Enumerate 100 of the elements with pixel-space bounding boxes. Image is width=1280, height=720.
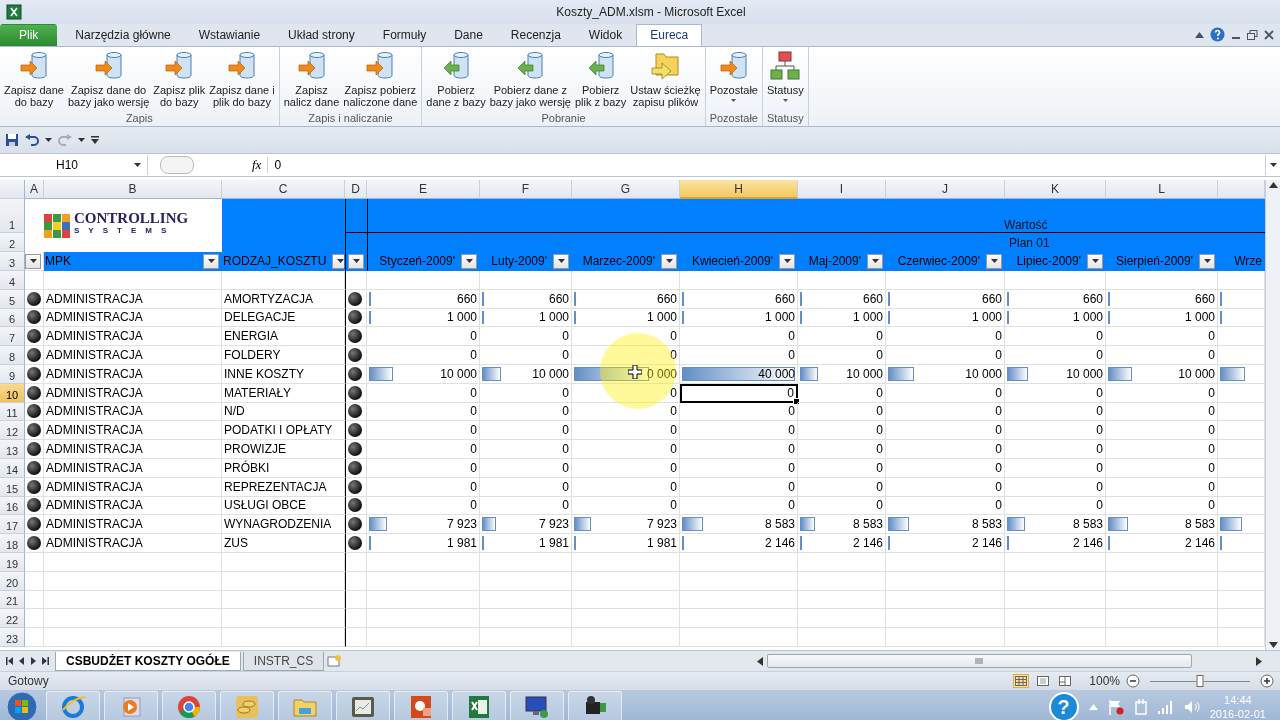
ribbon-button[interactable]: Pobierz dane z bazy [424,47,488,112]
table-cell[interactable]: 660 [572,289,680,309]
table-cell[interactable] [25,383,44,403]
table-cell[interactable] [1106,628,1218,647]
previous-sheet-icon[interactable] [18,657,25,665]
table-cell[interactable] [480,609,572,629]
filter-button[interactable] [461,253,477,269]
table-cell[interactable] [798,590,886,610]
table-cell[interactable] [1005,571,1106,591]
table-cell[interactable]: 0 [798,402,886,422]
table-cell[interactable] [345,609,367,629]
table-cell[interactable] [25,440,44,459]
table-cell[interactable]: 0 [367,421,480,441]
column-header[interactable]: H [680,180,798,199]
table-cell[interactable]: 8 583 [798,515,886,535]
select-all-corner[interactable] [0,180,25,199]
table-cell[interactable] [222,590,345,610]
table-cell[interactable]: 660 [480,289,572,309]
ribbon-button[interactable]: Zapisz dane do bazy [2,47,66,112]
table-cell[interactable]: 10 000 [367,365,480,384]
table-cell[interactable]: 8 583 [1106,515,1218,535]
table-cell[interactable] [345,346,367,365]
table-cell[interactable]: 0 [680,421,798,441]
table-cell[interactable]: 0 [480,458,572,478]
scroll-down-icon[interactable] [1268,642,1278,648]
row-header[interactable]: 12 [0,421,25,441]
table-cell[interactable] [44,628,222,647]
table-cell[interactable]: 0 [572,458,680,478]
table-cell[interactable] [886,552,1005,572]
table-cell[interactable] [886,571,1005,591]
table-cell[interactable] [798,571,886,591]
table-cell[interactable]: 1 000 [572,308,680,328]
table-cell[interactable]: 0 [572,496,680,516]
table-cell[interactable]: 0 [1005,402,1106,422]
taskbar-button[interactable] [510,691,564,720]
table-cell[interactable]: 1 000 [1106,308,1218,328]
column-header[interactable]: A [25,180,44,199]
table-cell[interactable] [886,271,1005,290]
ribbon-button[interactable]: Pobierz dane z bazy jako wersję [487,47,573,112]
table-cell[interactable]: 0 [680,458,798,478]
table-cell[interactable] [367,271,480,290]
table-cell[interactable] [680,571,798,591]
power-plug-icon[interactable] [1133,699,1148,715]
column-header[interactable]: G [572,180,680,199]
table-cell[interactable] [572,609,680,629]
table-cell[interactable] [680,271,798,290]
flag-icon[interactable] [1107,699,1124,715]
table-cell[interactable] [25,402,44,422]
table-cell[interactable] [25,421,44,441]
table-cell[interactable]: 0 [798,440,886,459]
table-cell[interactable]: 1 000 [798,308,886,328]
table-cell[interactable]: 0 [1106,402,1218,422]
table-cell[interactable]: 10 000 [886,365,1005,384]
table-cell[interactable]: 0 [480,421,572,441]
table-cell[interactable]: 660 [680,289,798,309]
ribbon-button[interactable]: Ustaw ścieżkę zapisu plików [628,47,703,112]
table-cell[interactable] [345,327,367,347]
table-cell[interactable] [345,421,367,441]
filter-button[interactable] [867,253,883,269]
table-cell[interactable] [1005,271,1106,290]
ribbon-button[interactable]: Zapisz dane i plik do bazy [207,47,277,112]
ribbon-tab[interactable]: Eureca [636,24,703,46]
filter-button[interactable] [203,253,219,269]
table-cell[interactable]: 660 [367,289,480,309]
table-cell[interactable]: 0 [886,383,1005,403]
table-cell[interactable] [1218,515,1265,535]
table-cell[interactable]: 0 [886,327,1005,347]
horizontal-scrollbar-thumb[interactable] [767,654,1192,668]
filter-button[interactable] [553,253,569,269]
ribbon-button[interactable]: Zapisz pobierz naliczone dane [341,47,420,112]
table-cell[interactable]: 0 [886,477,1005,497]
ribbon-button[interactable]: Statusy [764,47,806,112]
taskbar-button[interactable] [568,691,622,720]
table-cell[interactable]: 0 [886,496,1005,516]
row-header[interactable]: 3 [0,252,25,271]
table-cell[interactable] [345,552,367,572]
table-cell[interactable]: 0 [798,383,886,403]
zoom-in-icon[interactable] [1260,674,1274,688]
table-cell[interactable]: 0 [480,327,572,347]
table-cell[interactable] [25,327,44,347]
table-cell[interactable]: 0 [798,327,886,347]
table-cell[interactable]: 660 [798,289,886,309]
table-cell[interactable]: 7 923 [480,515,572,535]
table-cell[interactable] [572,628,680,647]
table-cell[interactable]: 10 000 [798,365,886,384]
row-header[interactable]: 4 [0,271,25,290]
table-cell[interactable]: 0 [367,496,480,516]
table-cell[interactable]: 0 [798,421,886,441]
column-header[interactable]: L [1106,180,1218,199]
insert-function-button[interactable]: fx [246,157,269,173]
table-cell[interactable] [345,590,367,610]
table-cell[interactable]: 0 [798,458,886,478]
table-cell[interactable] [44,271,222,290]
table-cell[interactable]: 0 [367,477,480,497]
table-cell[interactable]: 10 000 [1005,365,1106,384]
table-cell[interactable] [222,271,345,290]
table-cell[interactable] [345,271,367,290]
fill-handle[interactable] [793,397,800,405]
table-cell[interactable] [345,628,367,647]
table-cell[interactable]: 2 146 [680,534,798,553]
